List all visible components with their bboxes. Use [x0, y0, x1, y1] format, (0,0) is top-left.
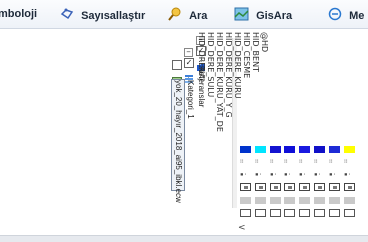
line-style-cell: ∷ [240, 158, 244, 165]
line-style-cell: ∷ [284, 158, 288, 165]
grey-style-cell [344, 197, 355, 204]
tree-category-label[interactable]: Kategori_1 [186, 80, 195, 119]
visibility-checkbox[interactable] [270, 209, 281, 217]
point-style-cell: ▪· [255, 171, 263, 178]
field-name: HID_DERE_SULU [206, 32, 215, 98]
field-name: @HD [260, 32, 269, 53]
tree-file-label[interactable]: yok_20_hayır_2018_ai95_ibkl.ecw [174, 80, 183, 203]
field-name: HID_BENT [251, 32, 260, 72]
grey-style-cell [299, 197, 310, 204]
symbol-color-swatch[interactable] [329, 146, 340, 153]
file-checkbox[interactable] [172, 60, 182, 70]
fill-style-cell[interactable] [344, 183, 355, 191]
grey-style-cell [329, 197, 340, 204]
fill-style-cell[interactable] [255, 183, 266, 191]
field-name: HID_DRENAJ [197, 32, 206, 82]
field-name: HID_CESME [242, 32, 251, 79]
toolbar-item-gis-search[interactable]: GisAra [234, 7, 292, 25]
point-style-cell: ▪· [240, 171, 248, 178]
expand-toggle[interactable]: − [184, 48, 193, 57]
visibility-checkbox[interactable] [344, 209, 355, 217]
grey-style-cell [284, 197, 295, 204]
fill-style-cell[interactable] [329, 183, 340, 191]
symbol-color-swatch[interactable] [299, 146, 310, 153]
symbol-color-swatch[interactable] [284, 146, 295, 153]
visibility-checkbox[interactable] [299, 209, 310, 217]
field-name: HID_DERE_KURU_YAT_DE [215, 32, 224, 132]
symbol-color-swatch[interactable] [255, 146, 266, 153]
toolbar-item-label: Me [349, 10, 365, 22]
fill-style-cell[interactable] [240, 183, 251, 191]
point-style-cell: ▪· [299, 171, 307, 178]
visibility-checkbox[interactable] [255, 209, 266, 217]
category-checkbox[interactable]: ✓ [184, 58, 194, 68]
fill-style-cell[interactable] [270, 183, 281, 191]
scroll-left-icon[interactable]: < [238, 223, 246, 233]
point-style-cell: ▪· [284, 171, 292, 178]
grey-style-cell [314, 197, 325, 204]
search-icon [168, 7, 182, 25]
gis-search-icon [234, 7, 249, 25]
toolbar: mboloji Sayısallaştır Ara GisAra Me [0, 0, 368, 29]
visibility-checkbox[interactable] [329, 209, 340, 217]
symbol-color-swatch[interactable] [240, 146, 251, 153]
toolbar-item-label: Sayısallaştır [81, 10, 146, 22]
fill-style-cell[interactable] [299, 183, 310, 191]
visibility-checkbox[interactable] [284, 209, 295, 217]
line-style-cell: ∷ [255, 158, 259, 165]
digitize-icon [60, 7, 74, 25]
point-style-cell: ▪· [344, 171, 352, 178]
toolbar-item-digitize[interactable]: Sayısallaştır [60, 7, 145, 25]
symbol-color-swatch[interactable] [344, 146, 355, 153]
field-name: HID_DERE_KURU [233, 32, 242, 99]
symbol-color-swatch[interactable] [314, 146, 325, 153]
toolbar-item-label: Ara [189, 10, 208, 22]
measure-icon [328, 7, 342, 25]
line-style-cell: ∷ [314, 158, 318, 165]
line-style-cell: ∷ [344, 158, 348, 165]
toolbar-item-search[interactable]: Ara [168, 7, 207, 25]
point-style-cell: ▪· [314, 171, 322, 178]
point-style-cell: ▪· [270, 171, 278, 178]
grey-style-cell [270, 197, 281, 204]
point-style-cell: ▪· [329, 171, 337, 178]
symbol-color-swatch[interactable] [270, 146, 281, 153]
visibility-checkbox[interactable] [240, 209, 251, 217]
line-style-cell: ∷ [329, 158, 333, 165]
visibility-checkbox[interactable] [314, 209, 325, 217]
toolbar-item-measure[interactable]: Me [328, 7, 364, 25]
fill-style-cell[interactable] [284, 183, 295, 191]
line-style-cell: ∷ [270, 158, 274, 165]
line-style-cell: ∷ [299, 158, 303, 165]
grey-style-cell [255, 197, 266, 204]
toolbar-item-label: GisAra [256, 10, 293, 22]
fill-style-cell[interactable] [314, 183, 325, 191]
field-name: HID_DERE_KURU_Y_G [224, 32, 233, 118]
toolbar-item-symbology[interactable]: mboloji [0, 7, 37, 21]
grey-style-cell [240, 197, 251, 204]
toolbar-item-label: mboloji [0, 8, 38, 21]
